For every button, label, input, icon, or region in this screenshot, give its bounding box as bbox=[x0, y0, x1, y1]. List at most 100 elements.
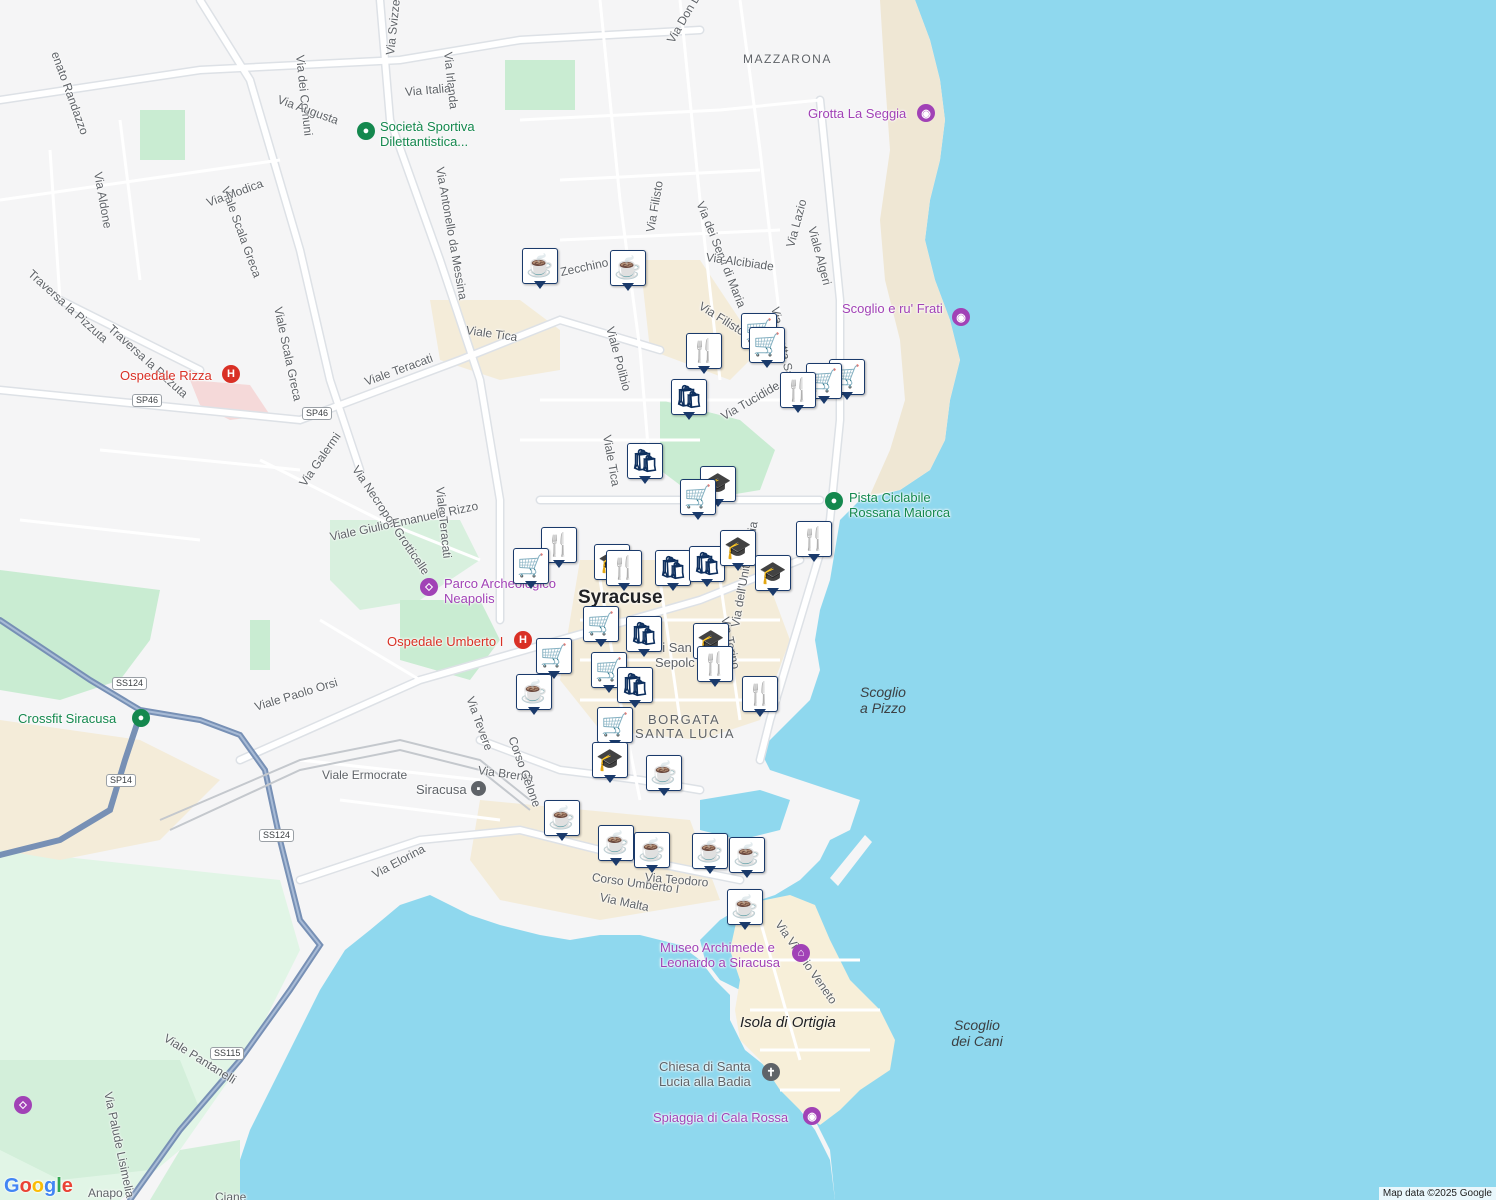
poi-museo-archimede[interactable]: Museo Archimede e Leonardo a Siracusa bbox=[660, 940, 780, 970]
school-icon: 🎓 bbox=[755, 555, 791, 591]
marker-restaurant[interactable]: 🍴 bbox=[697, 646, 733, 690]
road-shield: SP46 bbox=[132, 394, 163, 407]
poi-stazione-siracusa[interactable]: Siracusa bbox=[416, 782, 467, 797]
cafe-icon: ☕ bbox=[727, 889, 763, 925]
google-logo-letter: g bbox=[44, 1175, 57, 1197]
landmark-icon[interactable]: ⬦ bbox=[14, 1096, 32, 1114]
grocery-icon: 🛒 bbox=[583, 606, 619, 642]
cafe-icon: ☕ bbox=[598, 825, 634, 861]
marker-school[interactable]: 🎓 bbox=[592, 742, 628, 786]
poi-grotta-la-seggia[interactable]: Grotta La Seggia bbox=[808, 106, 906, 121]
marker-cafe[interactable]: ☕ bbox=[544, 800, 580, 844]
poi-ospedale-umberto[interactable]: Ospedale Umberto I bbox=[387, 634, 503, 649]
area-label: MAZZARONA bbox=[743, 52, 832, 66]
church-icon[interactable]: ✝ bbox=[762, 1063, 780, 1081]
cafe-icon: ☕ bbox=[646, 755, 682, 791]
road-shield: SS115 bbox=[210, 1047, 245, 1060]
google-logo-letter: G bbox=[4, 1175, 20, 1197]
marker-grocery[interactable]: 🛒 bbox=[749, 327, 785, 371]
marker-shopping[interactable]: 🛍 bbox=[671, 379, 707, 423]
marker-school[interactable]: 🎓 bbox=[755, 555, 791, 599]
marker-grocery[interactable]: 🛒 bbox=[680, 479, 716, 523]
marker-restaurant[interactable]: 🍴 bbox=[742, 676, 778, 720]
google-logo-letter: e bbox=[61, 1175, 73, 1197]
poi-pista-ciclabile[interactable]: Pista Ciclabile Rossana Maiorca bbox=[849, 490, 950, 520]
area-label: BORGATA bbox=[648, 712, 721, 727]
marker-cafe[interactable]: ☕ bbox=[729, 837, 765, 881]
park-icon[interactable]: ● bbox=[825, 492, 843, 510]
restaurant-icon: 🍴 bbox=[606, 550, 642, 586]
school-icon: 🎓 bbox=[720, 530, 756, 566]
road-shield: SP14 bbox=[106, 774, 137, 787]
marker-restaurant[interactable]: 🍴 bbox=[780, 372, 816, 416]
restaurant-icon: 🍴 bbox=[796, 521, 832, 557]
map-canvas[interactable]: enato Randazzo Via dei Comuni Via Svizze… bbox=[0, 0, 1496, 1200]
shopping-bag-icon: 🛍 bbox=[617, 667, 653, 703]
poi-crossfit-siracusa[interactable]: Crossfit Siracusa bbox=[18, 711, 116, 726]
marker-grocery[interactable]: 🛒 bbox=[513, 548, 549, 592]
marker-restaurant[interactable]: 🍴 bbox=[606, 550, 642, 594]
poi-ciane[interactable]: Ciane bbox=[215, 1190, 246, 1200]
poi-anapo[interactable]: Anapo bbox=[88, 1186, 123, 1200]
marker-cafe[interactable]: ☕ bbox=[634, 832, 670, 876]
marker-shopping[interactable]: 🛍 bbox=[655, 550, 691, 594]
cafe-icon: ☕ bbox=[522, 248, 558, 284]
train-icon[interactable]: ▪ bbox=[471, 781, 486, 796]
shopping-bag-icon: 🛍 bbox=[626, 616, 662, 652]
hospital-icon[interactable]: H bbox=[222, 365, 240, 383]
area-label: SANTA LUCIA bbox=[635, 726, 736, 741]
marker-cafe[interactable]: ☕ bbox=[516, 674, 552, 718]
grocery-icon: 🛒 bbox=[536, 638, 572, 674]
gym-icon[interactable]: ● bbox=[132, 709, 150, 727]
sea-feature-label: Scoglio a Pizzo bbox=[860, 684, 906, 716]
poi-scoglio-frati[interactable]: Scoglio e ru' Frati bbox=[842, 301, 943, 316]
marker-cafe[interactable]: ☕ bbox=[610, 250, 646, 294]
marker-cafe[interactable]: ☕ bbox=[727, 889, 763, 933]
cafe-icon: ☕ bbox=[634, 832, 670, 868]
marker-school[interactable]: 🎓 bbox=[720, 530, 756, 574]
cafe-icon: ☕ bbox=[692, 833, 728, 869]
island-label[interactable]: Isola di Ortigia bbox=[740, 1014, 836, 1031]
landmark-icon[interactable]: ⬦ bbox=[420, 578, 438, 596]
marker-cafe[interactable]: ☕ bbox=[522, 248, 558, 292]
camera-icon[interactable]: ◉ bbox=[803, 1107, 821, 1125]
google-logo-letter: o bbox=[19, 1175, 32, 1197]
museum-icon[interactable]: ⌂ bbox=[792, 944, 810, 962]
sports-icon[interactable]: ● bbox=[357, 122, 375, 140]
shopping-bag-icon: 🛍 bbox=[627, 443, 663, 479]
cafe-icon: ☕ bbox=[544, 800, 580, 836]
poi-chiesa-santa-lucia[interactable]: Chiesa di Santa Lucia alla Badia bbox=[659, 1059, 751, 1089]
camera-icon[interactable]: ◉ bbox=[917, 104, 935, 122]
map-attribution[interactable]: Map data ©2025 Google bbox=[1378, 1187, 1496, 1200]
hospital-icon[interactable]: H bbox=[514, 631, 532, 649]
grocery-icon: 🛒 bbox=[513, 548, 549, 584]
marker-shopping[interactable]: 🛍 bbox=[617, 667, 653, 711]
marker-cafe[interactable]: ☕ bbox=[692, 833, 728, 877]
grocery-icon: 🛒 bbox=[680, 479, 716, 515]
camera-icon[interactable]: ◉ bbox=[952, 308, 970, 326]
google-logo: Google bbox=[4, 1175, 73, 1198]
cafe-icon: ☕ bbox=[516, 674, 552, 710]
marker-restaurant[interactable]: 🍴 bbox=[796, 521, 832, 565]
restaurant-icon: 🍴 bbox=[686, 333, 722, 369]
shopping-bag-icon: 🛍 bbox=[671, 379, 707, 415]
marker-restaurant[interactable]: 🍴 bbox=[686, 333, 722, 377]
grocery-icon: 🛒 bbox=[597, 707, 633, 743]
school-icon: 🎓 bbox=[592, 742, 628, 778]
road-shield: SS124 bbox=[112, 677, 148, 690]
marker-grocery[interactable]: 🛒 bbox=[583, 606, 619, 650]
poi-societa-sportiva[interactable]: Società Sportiva Dilettantistica... bbox=[380, 119, 475, 149]
restaurant-icon: 🍴 bbox=[742, 676, 778, 712]
cafe-icon: ☕ bbox=[610, 250, 646, 286]
marker-shopping[interactable]: 🛍 bbox=[627, 443, 663, 487]
marker-cafe[interactable]: ☕ bbox=[646, 755, 682, 799]
poi-ospedale-rizza[interactable]: Ospedale Rizza bbox=[120, 368, 212, 383]
poi-spiaggia-cala-rossa[interactable]: Spiaggia di Cala Rossa bbox=[653, 1110, 788, 1125]
marker-shopping[interactable]: 🛍 bbox=[626, 616, 662, 660]
grocery-icon: 🛒 bbox=[749, 327, 785, 363]
google-logo-letter: o bbox=[31, 1175, 44, 1197]
cafe-icon: ☕ bbox=[729, 837, 765, 873]
restaurant-icon: 🍴 bbox=[697, 646, 733, 682]
marker-cafe[interactable]: ☕ bbox=[598, 825, 634, 869]
restaurant-icon: 🍴 bbox=[780, 372, 816, 408]
